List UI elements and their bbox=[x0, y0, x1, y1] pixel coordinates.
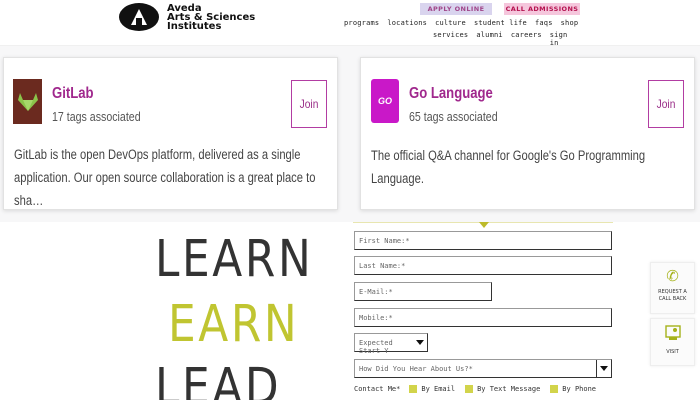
contact-option-label: By Email bbox=[421, 385, 456, 393]
mobile-field[interactable]: Mobile:* bbox=[354, 308, 612, 327]
join-button-label: Join bbox=[299, 97, 319, 111]
contact-preference: Contact Me* By Email By Text Message By … bbox=[354, 385, 606, 393]
chevron-down-icon bbox=[600, 366, 608, 371]
gitlab-icon bbox=[13, 79, 42, 124]
card-description: GitLab is the open DevOps platform, deli… bbox=[14, 147, 316, 208]
nav-alumni[interactable]: alumni bbox=[476, 31, 503, 47]
visit-button[interactable]: VISIT bbox=[650, 318, 695, 366]
collective-card-go[interactable]: GO Go Language 65 tags associated The of… bbox=[360, 57, 695, 210]
call-admissions-button[interactable]: CALL ADMISSIONS bbox=[504, 3, 580, 15]
site-header: Aveda Arts & Sciences Institutes APPLY O… bbox=[0, 0, 700, 47]
first-name-field[interactable]: First Name:* bbox=[354, 231, 612, 250]
card-tag-count: 65 tags associated bbox=[409, 110, 498, 124]
card-title[interactable]: Go Language bbox=[409, 85, 493, 103]
request-callback-label: REQUEST A CALL BACK bbox=[658, 289, 687, 302]
chevron-down-icon bbox=[416, 340, 424, 345]
nav-sign-in[interactable]: sign in bbox=[550, 31, 580, 47]
card-description: The official Q&A channel for Google's Go… bbox=[371, 148, 646, 186]
primary-nav: programs locations culture student life … bbox=[344, 19, 580, 27]
logo-line-3: Institutes bbox=[167, 20, 222, 32]
aveda-logo-icon bbox=[119, 3, 159, 31]
visit-icon bbox=[664, 325, 681, 345]
nav-culture[interactable]: culture bbox=[435, 19, 466, 27]
contact-option-label: By Phone bbox=[562, 385, 597, 393]
contact-label: Contact Me* bbox=[354, 385, 401, 393]
go-icon: GO bbox=[371, 79, 399, 123]
slogan-learn: LEARN bbox=[155, 230, 314, 289]
nav-programs[interactable]: programs bbox=[344, 19, 379, 27]
contact-option-email[interactable]: By Email bbox=[409, 385, 455, 393]
email-field[interactable]: E-Mail:* bbox=[354, 282, 492, 301]
go-logo-text: GO bbox=[377, 96, 392, 106]
checkbox[interactable] bbox=[409, 385, 418, 393]
nav-services[interactable]: services bbox=[433, 31, 468, 47]
nav-locations[interactable]: locations bbox=[387, 19, 427, 27]
referral-source-select[interactable]: How Did You Hear About Us?* bbox=[354, 359, 612, 378]
aveda-logo[interactable]: Aveda Arts & Sciences Institutes bbox=[119, 3, 255, 31]
join-button[interactable]: Join bbox=[291, 80, 327, 128]
card-tag-count: 17 tags associated bbox=[52, 110, 141, 124]
contact-option-text[interactable]: By Text Message bbox=[465, 385, 540, 393]
expected-start-value: Expected Start Y bbox=[359, 339, 393, 355]
join-button-label: Join bbox=[656, 97, 676, 111]
secondary-nav: services alumni careers sign in bbox=[433, 31, 580, 47]
collective-card-gitlab[interactable]: GitLab 17 tags associated GitLab is the … bbox=[3, 57, 338, 210]
contact-option-label: By Text Message bbox=[477, 385, 541, 393]
checkbox[interactable] bbox=[465, 385, 474, 393]
nav-careers[interactable]: careers bbox=[511, 31, 542, 47]
select-divider bbox=[596, 360, 597, 377]
referral-source-value: How Did You Hear About Us?* bbox=[359, 365, 473, 373]
slogan-lead: LEAD bbox=[155, 358, 282, 400]
nav-shop[interactable]: shop bbox=[561, 19, 579, 27]
checkbox[interactable] bbox=[550, 385, 559, 393]
slogan-earn: EARN bbox=[168, 295, 300, 354]
phone-icon: ✆ bbox=[666, 268, 679, 285]
contact-option-phone[interactable]: By Phone bbox=[550, 385, 596, 393]
nav-faqs[interactable]: faqs bbox=[535, 19, 553, 27]
last-name-field[interactable]: Last Name:* bbox=[354, 256, 612, 275]
nav-student-life[interactable]: student life bbox=[474, 19, 527, 27]
card-title[interactable]: GitLab bbox=[52, 85, 94, 103]
form-notch-icon bbox=[479, 222, 489, 228]
logo-text: Aveda Arts & Sciences Institutes bbox=[167, 3, 255, 32]
request-callback-button[interactable]: ✆ REQUEST A CALL BACK bbox=[650, 262, 695, 314]
visit-label: VISIT bbox=[666, 349, 679, 355]
join-button[interactable]: Join bbox=[648, 80, 684, 128]
expected-start-select[interactable]: Expected Start Y bbox=[354, 333, 428, 355]
apply-online-button[interactable]: APPLY ONLINE bbox=[420, 3, 492, 15]
